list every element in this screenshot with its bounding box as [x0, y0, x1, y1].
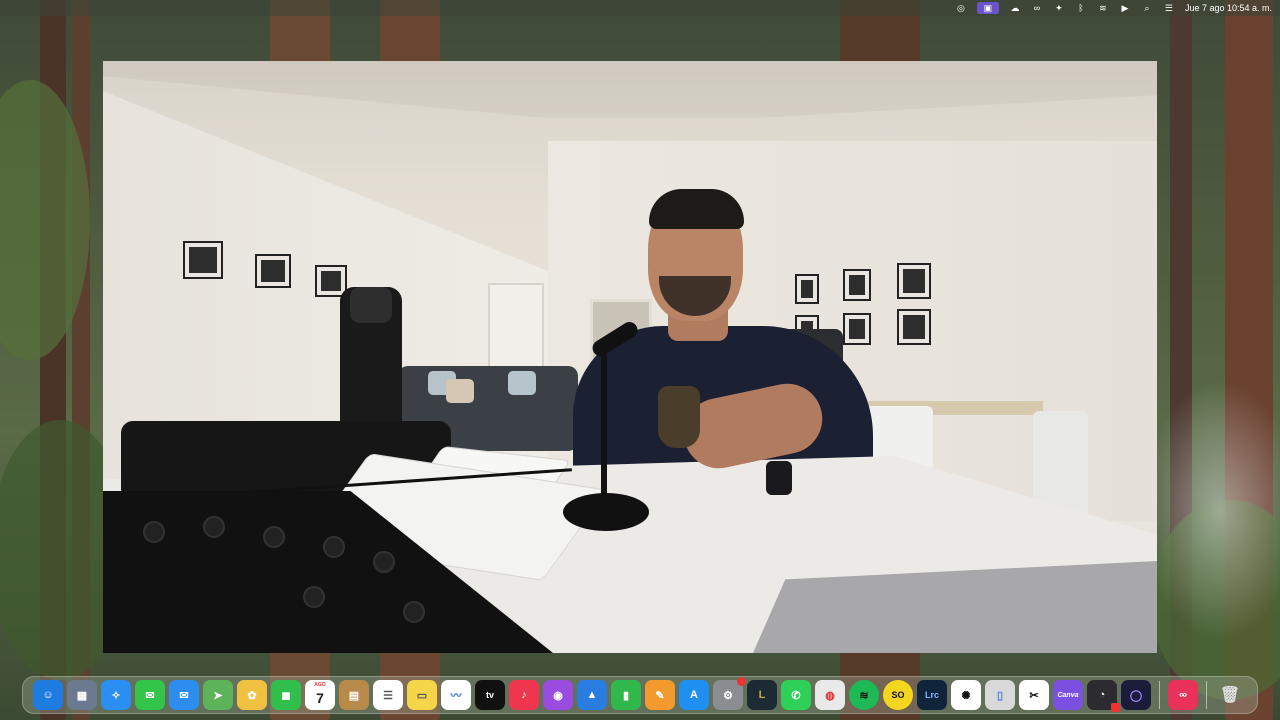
notification-badge	[737, 677, 746, 686]
console-knob	[403, 601, 425, 623]
menu-bar: ◎ ▣ ☁ ∞ ✦ ᛒ ≋ ▶ ⌕ ☰ Jue 7 ago 10:54 a. m…	[0, 0, 1280, 16]
wall-picture-frame	[843, 313, 871, 345]
console-knob	[373, 551, 395, 573]
console-knob	[323, 536, 345, 558]
cushion	[508, 371, 536, 395]
menubar-clock[interactable]: Jue 7 ago 10:54 a. m.	[1185, 3, 1272, 13]
music-icon[interactable]: ♪	[509, 680, 539, 710]
creative-cloud-icon[interactable]: ∞	[1168, 680, 1198, 710]
chrome-icon[interactable]: ◍	[815, 680, 845, 710]
status-area: ◎ ▣ ☁ ∞ ✦ ᛒ ≋ ▶ ⌕ ☰ Jue 7 ago 10:54 a. m…	[955, 0, 1272, 16]
smartwatch	[766, 461, 792, 495]
now-playing-icon[interactable]: ▶	[1119, 2, 1131, 14]
apple-tv-icon[interactable]: tv	[475, 680, 505, 710]
dock-separator	[1206, 681, 1207, 709]
lightroom-classic-icon[interactable]: Lrc	[917, 680, 947, 710]
podcasts-icon[interactable]: ◉	[543, 680, 573, 710]
fog	[1140, 380, 1280, 640]
console-knob	[203, 516, 225, 538]
league-of-legends-icon[interactable]: L	[747, 680, 777, 710]
creative-cloud-icon[interactable]: ∞	[1031, 2, 1043, 14]
screen-record-icon[interactable]: ◎	[955, 2, 967, 14]
calendar-day: 7	[316, 690, 324, 706]
obs-glyph-icon: ◔	[1098, 689, 1106, 701]
person-hair	[649, 189, 744, 229]
wall-picture-frame	[795, 274, 819, 304]
dock-separator	[1159, 681, 1160, 709]
spotify-icon[interactable]: ≋	[849, 680, 879, 710]
launchpad-icon[interactable]: ▦	[67, 680, 97, 710]
cloud-icon[interactable]: ☁	[1009, 2, 1021, 14]
wall-picture-frame	[255, 254, 291, 288]
bluetooth-icon[interactable]: ᛒ	[1075, 2, 1087, 14]
keynote-icon[interactable]: ▲	[577, 680, 607, 710]
wifi-icon[interactable]: ≋	[1097, 2, 1109, 14]
soda-icon[interactable]: SO	[883, 680, 913, 710]
facetime-icon[interactable]: ◼	[271, 680, 301, 710]
arc-icon[interactable]: ◯	[1121, 680, 1151, 710]
mail-icon[interactable]: ✉	[169, 680, 199, 710]
calendar-icon[interactable]: AGO 7	[305, 680, 335, 710]
screen-mirror-icon[interactable]: ▣	[976, 2, 999, 14]
trash-icon[interactable]: 🗑	[1215, 680, 1245, 710]
whatsapp-icon[interactable]: ✆	[781, 680, 811, 710]
wall-picture-frame	[897, 309, 931, 345]
console-knob	[263, 526, 285, 548]
maps-icon[interactable]: ➤	[203, 680, 233, 710]
console-knob	[143, 521, 165, 543]
app-store-icon[interactable]: A	[679, 680, 709, 710]
mate-cup	[658, 386, 700, 448]
microphone-stand	[601, 341, 607, 506]
messages-icon[interactable]: ✉	[135, 680, 165, 710]
chatgpt-icon[interactable]: ✺	[951, 680, 981, 710]
numbers-icon[interactable]: ▮	[611, 680, 641, 710]
shortcuts-icon[interactable]: ✦	[1053, 2, 1065, 14]
console-knob	[303, 586, 325, 608]
record-indicator	[1111, 703, 1120, 712]
pages-icon[interactable]: ✎	[645, 680, 675, 710]
dock: ☺ ▦ ✧ ✉ ✉ ➤ ✿ ◼ AGO 7 ▤ ☰ ▭ 〰 tv ♪ ◉ ▲ ▮…	[22, 676, 1258, 714]
photos-icon[interactable]: ✿	[237, 680, 267, 710]
safari-icon[interactable]: ✧	[101, 680, 131, 710]
freeform-icon[interactable]: 〰	[441, 680, 471, 710]
obs-icon[interactable]: ◔	[1087, 680, 1120, 712]
finder-icon[interactable]: ☺	[33, 680, 63, 710]
wall-picture-frame	[897, 263, 931, 299]
canva-icon[interactable]: Canva	[1053, 680, 1083, 710]
microphone-base	[563, 493, 649, 531]
preview-icon[interactable]: ▯	[985, 680, 1015, 710]
spotlight-search-icon[interactable]: ⌕	[1141, 2, 1153, 14]
reminders-icon[interactable]: ☰	[373, 680, 403, 710]
capcut-icon[interactable]: ✂	[1019, 680, 1049, 710]
gear-icon: ⚙	[723, 689, 733, 702]
calendar-month: AGO	[314, 682, 326, 688]
notes-app-icon[interactable]: ▤	[339, 680, 369, 710]
cushion	[446, 379, 474, 403]
system-settings-icon[interactable]: ⚙	[713, 677, 746, 710]
wall-picture-frame	[843, 269, 871, 301]
video-player-window[interactable]	[103, 61, 1157, 653]
thermos-cap	[350, 287, 392, 323]
notes-icon[interactable]: ▭	[407, 680, 437, 710]
wall-picture-frame	[183, 241, 223, 279]
control-center-icon[interactable]: ☰	[1163, 2, 1175, 14]
